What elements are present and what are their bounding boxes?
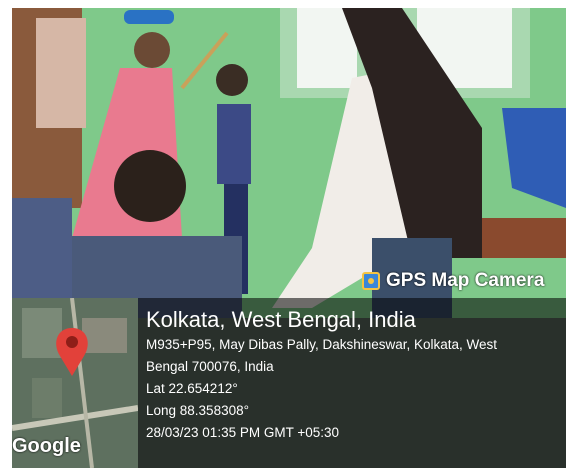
gps-map-camera-brand: GPS Map Camera: [362, 270, 544, 292]
gps-camera-icon: [362, 272, 380, 290]
address-line-1: M935+P95, May Dibas Pally, Dakshineswar,…: [146, 337, 498, 352]
classroom-photo: GPS Map Camera Google Kolkata, West Beng…: [12, 8, 566, 468]
address-line-2: Bengal 700076, India: [146, 359, 274, 374]
longitude: Long 88.358308°: [146, 403, 249, 418]
mini-map: Google: [12, 298, 138, 468]
place-title: Kolkata, West Bengal, India: [146, 307, 416, 332]
location-info-panel: Google Kolkata, West Bengal, India M935+…: [12, 298, 566, 468]
brand-label: GPS Map Camera: [386, 270, 545, 291]
google-attribution: Google: [12, 435, 81, 457]
latitude: Lat 22.654212°: [146, 381, 238, 396]
datetime: 28/03/23 01:35 PM GMT +05:30: [146, 425, 340, 440]
location-text: Kolkata, West Bengal, India M935+P95, Ma…: [146, 306, 497, 444]
